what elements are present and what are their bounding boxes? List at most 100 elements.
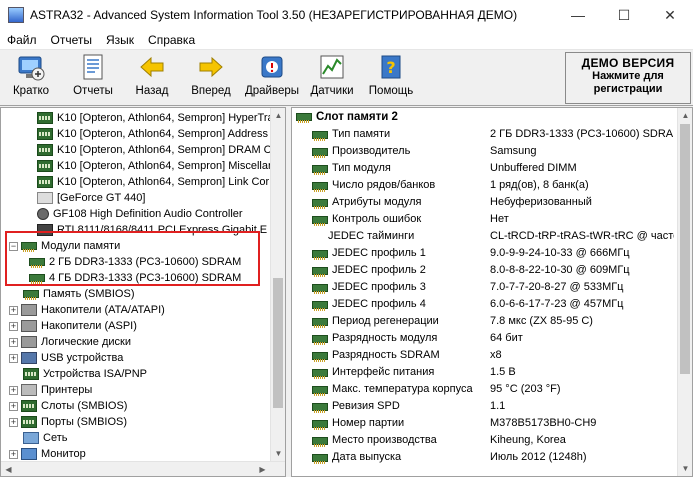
details-panel[interactable]: Слот памяти 2 Тип памяти 2 ГБ DDR3-1333 (…: [291, 107, 693, 477]
drivers-button[interactable]: Драйверы: [243, 52, 301, 104]
scroll-down-arrow-icon[interactable]: ▼: [271, 446, 285, 461]
chip-icon: [37, 160, 53, 172]
device-tree[interactable]: K10 [Opteron, Athlon64, Sempron] HyperTr…: [0, 107, 286, 477]
tree-item[interactable]: + Порты (SMBIOS): [9, 414, 127, 430]
property-row[interactable]: Разрядность модуля 64 бит: [292, 330, 692, 347]
memory-module-icon: [312, 419, 328, 430]
disk-icon: [21, 320, 37, 332]
property-row[interactable]: Тип модуля Unbuffered DIMM: [292, 160, 692, 177]
tree-item[interactable]: K10 [Opteron, Athlon64, Sempron] Address: [37, 126, 268, 142]
property-row[interactable]: Тип памяти 2 ГБ DDR3-1333 (PC3-10600) SDR…: [292, 126, 692, 143]
property-row[interactable]: Атрибуты модуля Небуферизованный: [292, 194, 692, 211]
tree-item[interactable]: + Слоты (SMBIOS): [9, 398, 127, 414]
property-row[interactable]: Место производства Kiheung, Korea: [292, 432, 692, 449]
sensors-button[interactable]: Датчики: [307, 52, 357, 104]
close-button[interactable]: ✕: [647, 0, 693, 30]
tree-item[interactable]: + Накопители (ASPI): [9, 318, 137, 334]
reports-button[interactable]: Отчеты: [68, 52, 118, 104]
help-button[interactable]: ? Помощь: [366, 52, 416, 104]
demo-line2: регистрации: [593, 83, 663, 95]
monitor-icon: [21, 448, 37, 460]
property-row[interactable]: Производитель Samsung: [292, 143, 692, 160]
property-row[interactable]: JEDEC тайминги CL-tRCD-tRP-tRAS-tWR-tRC @…: [292, 228, 692, 245]
tree-item[interactable]: Память (SMBIOS): [23, 286, 134, 302]
expand-icon[interactable]: +: [9, 449, 18, 459]
demo-line1: Нажмите для: [592, 70, 664, 82]
forward-arrow-icon: [195, 52, 227, 82]
expand-icon[interactable]: +: [9, 417, 18, 427]
memory-module-icon: [312, 181, 328, 192]
tree-item[interactable]: + USB устройства: [9, 350, 123, 366]
tree-item-memory-modules[interactable]: − Модули памяти: [9, 238, 120, 254]
tree-item[interactable]: + Логические диски: [9, 334, 131, 350]
property-row[interactable]: Ревизия SPD 1.1: [292, 398, 692, 415]
expand-icon[interactable]: +: [9, 337, 18, 347]
tree-item[interactable]: Устройства ISA/PNP: [23, 366, 147, 382]
tree-item[interactable]: GF108 High Definition Audio Controller: [37, 206, 243, 222]
summary-button[interactable]: Кратко: [6, 52, 56, 104]
expand-icon[interactable]: +: [9, 385, 18, 395]
tree-item[interactable]: K10 [Opteron, Athlon64, Sempron] Miscell…: [37, 158, 272, 174]
scroll-thumb[interactable]: [680, 124, 690, 374]
tree-item[interactable]: [GeForce GT 440]: [37, 190, 145, 206]
menu-file[interactable]: Файл: [0, 33, 44, 47]
menu-help[interactable]: Справка: [141, 33, 202, 47]
expand-icon[interactable]: +: [9, 305, 18, 315]
tree-item[interactable]: + Накопители (ATA/ATAPI): [9, 302, 165, 318]
tree-item[interactable]: RTL8111/8168/8411 PCI Express Gigabit E: [37, 222, 267, 238]
tree-horizontal-scrollbar[interactable]: ◀ ▶: [1, 461, 285, 476]
back-button[interactable]: Назад: [127, 52, 177, 104]
property-row[interactable]: JEDEC профиль 4 6.0-6-6-17-7-23 @ 457МГц: [292, 296, 692, 313]
maximize-button[interactable]: ☐: [601, 0, 647, 30]
property-row[interactable]: Макс. температура корпуса 95 °C (203 °F): [292, 381, 692, 398]
scroll-up-arrow-icon[interactable]: ▲: [678, 108, 692, 123]
expand-icon[interactable]: +: [9, 353, 18, 363]
expand-icon[interactable]: +: [9, 401, 18, 411]
chip-icon: [37, 176, 53, 188]
tree-item[interactable]: K10 [Opteron, Athlon64, Sempron] HyperTr…: [37, 110, 274, 126]
expand-icon[interactable]: +: [9, 321, 18, 331]
tree-item[interactable]: K10 [Opteron, Athlon64, Sempron] Link Co…: [37, 174, 269, 190]
memory-module-icon: [296, 113, 312, 123]
network-icon: [23, 432, 39, 444]
window-controls: — ☐ ✕: [555, 0, 693, 30]
tree-vertical-scrollbar[interactable]: ▲ ▼: [270, 108, 285, 461]
scroll-left-arrow-icon[interactable]: ◀: [1, 462, 16, 476]
property-row[interactable]: Разрядность SDRAM x8: [292, 347, 692, 364]
memory-module-icon: [312, 453, 328, 464]
property-row[interactable]: Интерфейс питания 1.5 В: [292, 364, 692, 381]
property-row[interactable]: Период регенерации 7.8 мкс (ZX 85-95 C): [292, 313, 692, 330]
memory-module-icon: [29, 274, 45, 284]
tree-item-memory-slot-2[interactable]: 4 ГБ DDR3-1333 (PC3-10600) SDRAM: [29, 270, 241, 286]
menu-reports[interactable]: Отчеты: [44, 33, 99, 47]
scroll-up-arrow-icon[interactable]: ▲: [271, 108, 285, 123]
tree-item-memory-slot-1[interactable]: 2 ГБ DDR3-1333 (PC3-10600) SDRAM: [29, 254, 241, 270]
gpu-icon: [37, 192, 53, 204]
property-row[interactable]: Контроль ошибок Нет: [292, 211, 692, 228]
memory-module-icon: [21, 242, 37, 252]
collapse-icon[interactable]: −: [9, 241, 18, 251]
usb-icon: [21, 352, 37, 364]
details-vertical-scrollbar[interactable]: ▲ ▼: [677, 108, 692, 476]
memory-module-icon: [23, 290, 39, 300]
tree-item[interactable]: + Принтеры: [9, 382, 92, 398]
menu-language[interactable]: Язык: [99, 33, 141, 47]
tree-item[interactable]: + Монитор: [9, 446, 86, 462]
minimize-button[interactable]: —: [555, 0, 601, 30]
tree-item[interactable]: K10 [Opteron, Athlon64, Sempron] DRAM C: [37, 142, 272, 158]
scroll-right-arrow-icon[interactable]: ▶: [255, 462, 270, 476]
property-row[interactable]: JEDEC профиль 3 7.0-7-7-20-8-27 @ 533МГц: [292, 279, 692, 296]
tree-item[interactable]: Сеть: [23, 430, 67, 446]
disk-icon: [21, 304, 37, 316]
scroll-thumb[interactable]: [273, 278, 283, 408]
property-row[interactable]: JEDEC профиль 1 9.0-9-9-24-10-33 @ 666МГц: [292, 245, 692, 262]
printer-icon: [21, 384, 37, 396]
property-row[interactable]: Номер партии M378B5173BH0-CH9: [292, 415, 692, 432]
scroll-down-arrow-icon[interactable]: ▼: [678, 461, 692, 476]
property-row[interactable]: JEDEC профиль 2 8.0-8-8-22-10-30 @ 609МГц: [292, 262, 692, 279]
property-row[interactable]: Число рядов/банков 1 ряд(ов), 8 банк(а): [292, 177, 692, 194]
property-row[interactable]: Дата выпуска Июль 2012 (1248h): [292, 449, 692, 466]
forward-button[interactable]: Вперед: [186, 52, 236, 104]
memory-module-icon: [312, 317, 328, 328]
demo-register-button[interactable]: ДЕМО ВЕРСИЯ Нажмите для регистрации: [565, 52, 691, 104]
